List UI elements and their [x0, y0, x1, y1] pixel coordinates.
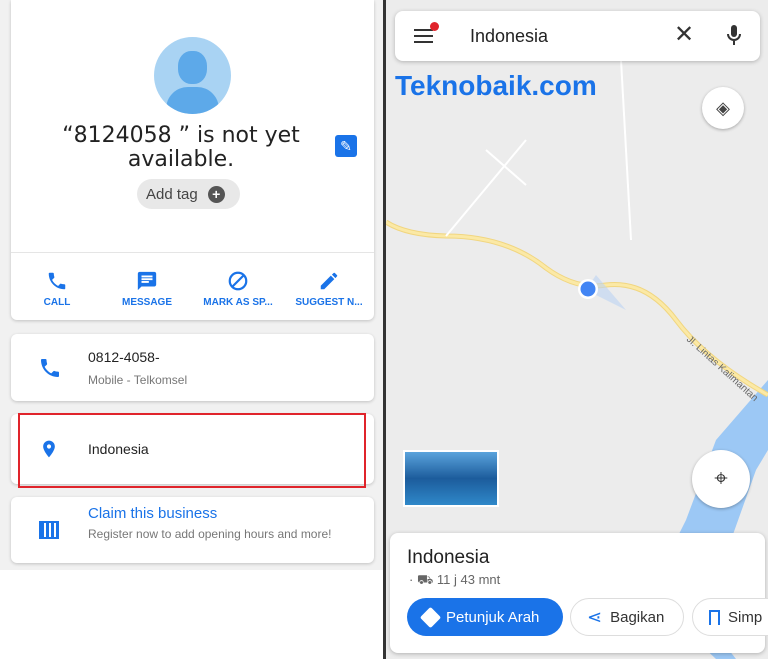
mark-spam-action[interactable]: MARK AS SP...	[193, 270, 283, 308]
menu-icon[interactable]	[414, 29, 433, 43]
share-button[interactable]: ⋖ Bagikan	[570, 598, 684, 636]
save-button[interactable]: Simp	[692, 598, 768, 636]
road	[386, 219, 768, 398]
phone-icon	[41, 359, 59, 377]
plus-circle-icon: +	[207, 185, 225, 203]
add-tag-button[interactable]: Add tag +	[137, 179, 240, 209]
contact-panel: “8124058 ” is not yet available. ✎ Add t…	[0, 0, 383, 659]
directions-icon	[419, 606, 442, 628]
suggest-name-label: SUGGEST N...	[295, 297, 363, 308]
message-label: MESSAGE	[121, 297, 172, 308]
search-input[interactable]: Indonesia	[470, 26, 548, 47]
contact-title: “8124058 ” is not yet available.	[62, 123, 300, 172]
message-icon	[137, 271, 157, 291]
crosshair-icon: ⌖	[714, 465, 728, 492]
pencil-icon	[320, 272, 338, 290]
block-icon	[228, 271, 248, 291]
directions-label: Petunjuk Arah	[446, 608, 540, 626]
street-view-thumbnail[interactable]	[403, 450, 499, 507]
edit-icon[interactable]: ✎	[335, 135, 357, 157]
microphone-icon[interactable]	[726, 24, 742, 48]
watermark: Teknobaik.com	[395, 70, 597, 101]
map-panel[interactable]: Jl. Lintas Kalimantan Indonesia ✕ Teknob…	[386, 0, 768, 659]
road-label: Jl. Lintas Kalimantan	[684, 334, 760, 404]
directions-button[interactable]: Petunjuk Arah	[407, 598, 563, 636]
suggest-name-action[interactable]: SUGGEST N...	[284, 270, 374, 308]
message-action[interactable]: MESSAGE	[102, 270, 192, 308]
claim-business-link[interactable]: Claim this business	[88, 505, 217, 522]
search-bar[interactable]: Indonesia ✕	[395, 11, 760, 61]
highlight-box	[18, 413, 366, 488]
share-label: Bagikan	[610, 608, 665, 626]
close-icon[interactable]: ✕	[674, 20, 694, 49]
layers-icon: ◈	[716, 98, 730, 118]
share-icon: ⋖	[587, 606, 603, 627]
phone-icon	[48, 272, 66, 290]
add-tag-label: Add tag	[146, 185, 198, 203]
call-action[interactable]: CALL	[12, 270, 102, 308]
avatar	[154, 37, 231, 114]
claim-business-card[interactable]: Claim this business Register now to add …	[11, 497, 374, 563]
mark-spam-label: MARK AS SP...	[203, 297, 273, 308]
phone-number: 0812-4058-	[88, 349, 160, 365]
travel-time: · ⛟ 11 j 43 mnt	[409, 572, 501, 587]
road	[386, 220, 768, 397]
place-name: Indonesia	[407, 547, 490, 568]
my-location-button[interactable]: ⌖	[692, 450, 750, 508]
claim-business-subtitle: Register now to add opening hours and mo…	[88, 527, 332, 541]
building-icon	[39, 521, 59, 539]
layers-button[interactable]: ◈	[702, 87, 744, 129]
bookmark-icon	[709, 609, 720, 625]
phone-card[interactable]: 0812-4058- Mobile - Telkomsel	[11, 334, 374, 401]
save-label: Simp	[728, 608, 763, 626]
phone-type: Mobile - Telkomsel	[88, 373, 188, 387]
notification-dot	[430, 22, 439, 31]
call-label: CALL	[43, 297, 71, 308]
divider	[11, 252, 374, 253]
